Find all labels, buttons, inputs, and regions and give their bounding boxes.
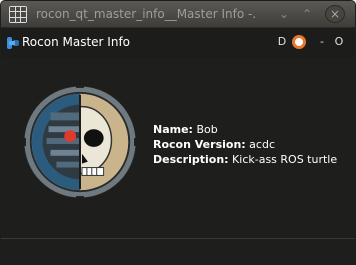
plugin-header: Rocon Master Info D - O (1, 28, 355, 58)
master-info-text: Name: Bob Rocon Version: acdc Descriptio… (153, 122, 337, 167)
ros-plugin-icon (7, 37, 19, 49)
name-row: Name: Bob (153, 122, 337, 137)
description-row: Description: Kick-ass ROS turtle (153, 152, 337, 167)
status-strip (1, 238, 355, 264)
reload-button[interactable]: D (277, 34, 287, 50)
name-value: Bob (196, 123, 218, 136)
master-info-panel: Name: Bob Rocon Version: acdc Descriptio… (1, 58, 355, 238)
name-label: Name: (153, 123, 193, 136)
description-value: Kick-ass ROS turtle (232, 153, 338, 166)
version-label: Rocon Version: (153, 138, 246, 151)
version-value: acdc (249, 138, 275, 151)
window-maximize-button[interactable]: ⌃ (299, 7, 315, 21)
plugin-title: Rocon Master Info (22, 35, 131, 49)
turtle-skull-gear-logo (21, 83, 139, 201)
application-window: rocon_qt_master_info__Master Info -... ⌄… (0, 0, 356, 265)
window-minimize-button[interactable]: ⌄ (276, 7, 292, 21)
plugin-close-button[interactable]: O (334, 34, 344, 50)
plugin-minimize-button[interactable]: - (317, 34, 327, 50)
window-titlebar[interactable]: rocon_qt_master_info__Master Info -... ⌄… (1, 1, 355, 28)
window-title: rocon_qt_master_info__Master Info -... (36, 7, 256, 21)
version-row: Rocon Version: acdc (153, 137, 337, 152)
window-close-button[interactable]: × (325, 5, 345, 23)
description-label: Description: (153, 153, 229, 166)
grid-icon (9, 6, 27, 23)
help-ring-icon[interactable] (292, 35, 306, 49)
